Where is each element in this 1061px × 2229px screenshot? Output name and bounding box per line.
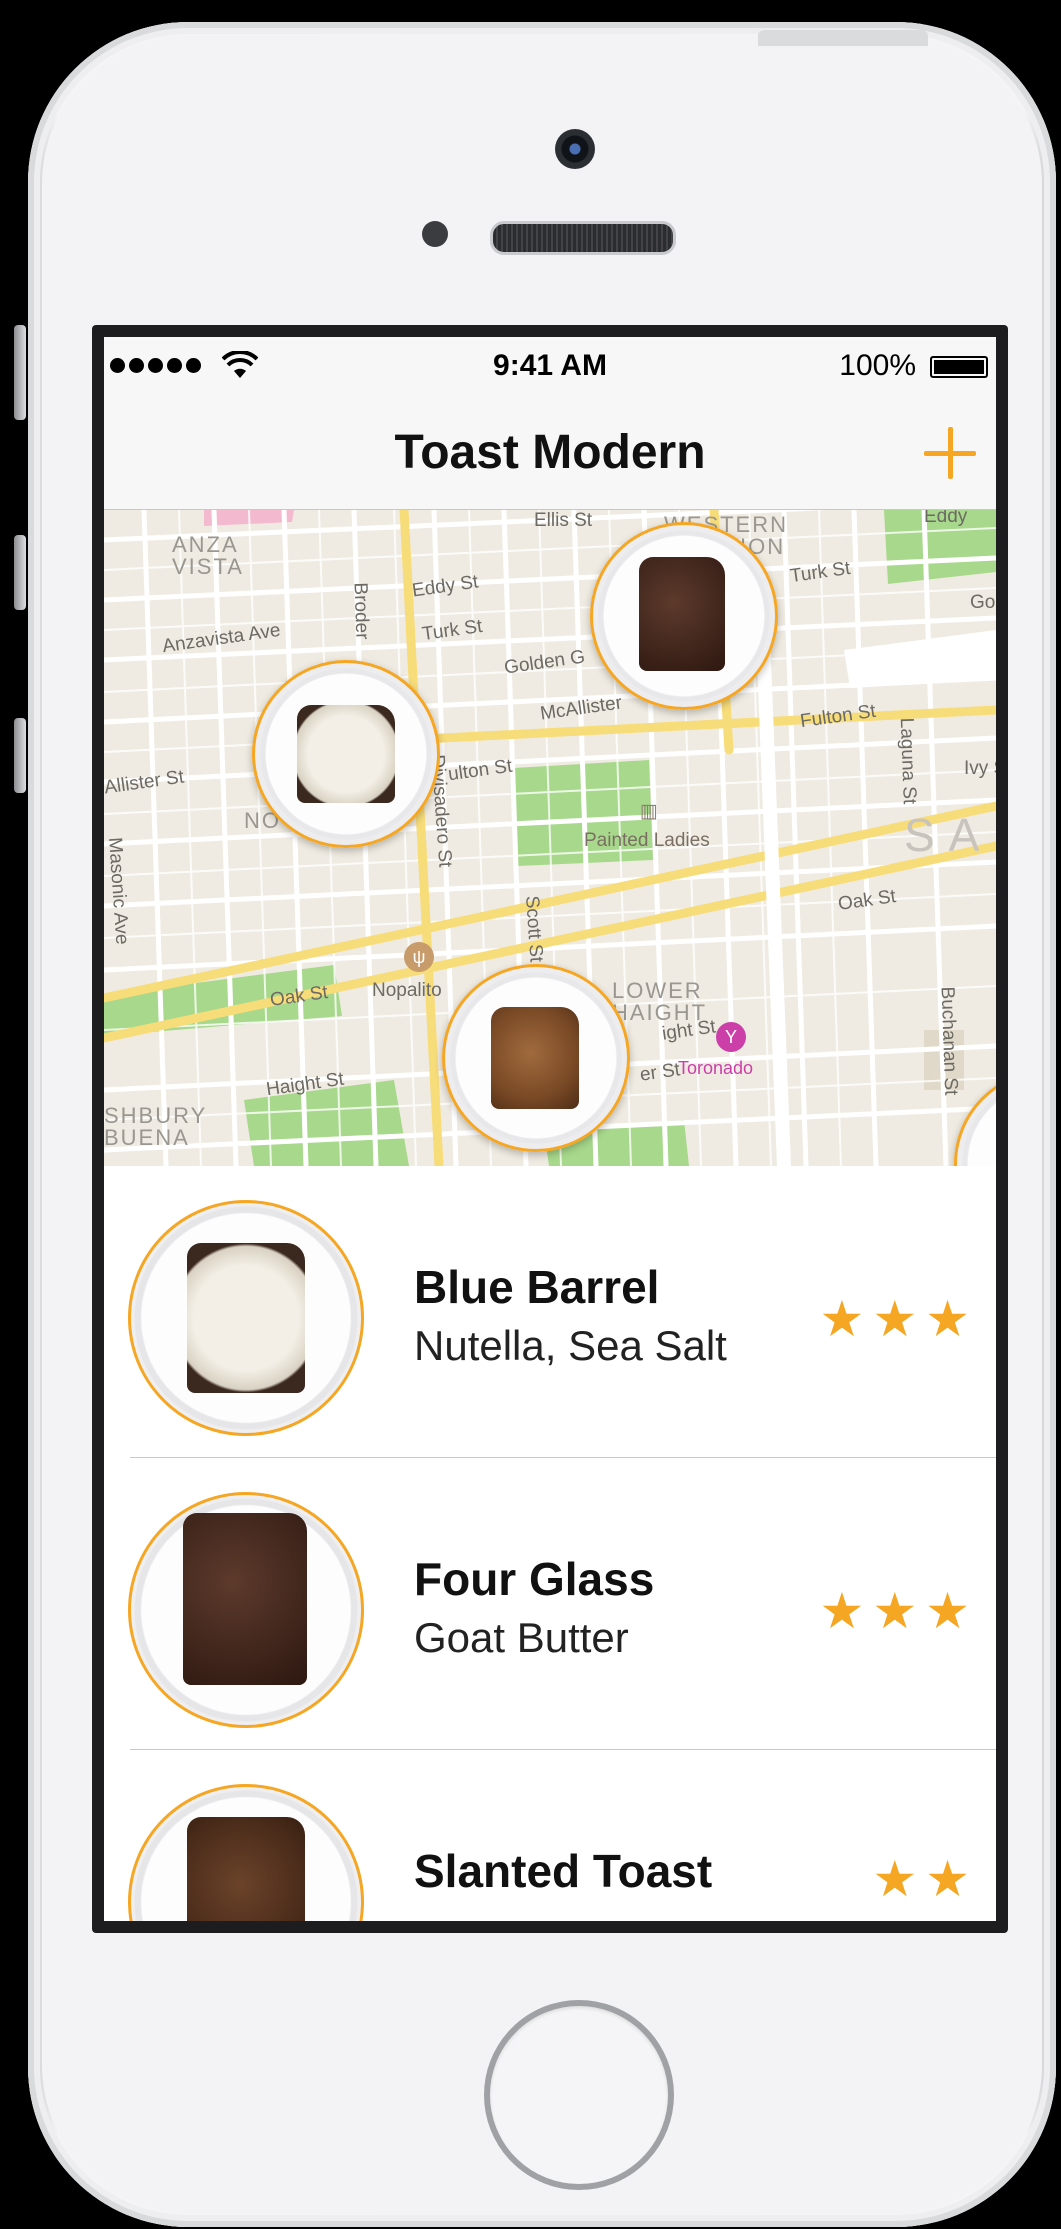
street-label: Laguna St	[895, 717, 920, 805]
street-label: Buchanan St	[936, 986, 962, 1096]
street-label: Eddy	[924, 510, 968, 527]
home-button[interactable]	[484, 2000, 674, 2190]
list-item[interactable]: Four Glass Goat Butter ★★★	[104, 1458, 996, 1750]
status-bar: 9:41 AM 100%	[104, 337, 996, 397]
map-area-label: ANZA VISTA	[172, 532, 244, 579]
poi-label: Toronado	[678, 1058, 754, 1078]
proximity-sensor	[422, 221, 448, 247]
rating-stars: ★★★	[819, 1291, 978, 1347]
map-area-label: SA	[904, 809, 994, 861]
mute-switch	[14, 325, 26, 420]
page-title: Toast Modern	[394, 426, 706, 479]
toast-name: Slanted Toast	[414, 1845, 713, 1897]
front-camera	[555, 129, 595, 169]
battery-percentage: 100%	[839, 349, 916, 382]
navigation-bar: Toast Modern	[104, 397, 996, 510]
toast-description: Nutella, Sea Salt	[414, 1322, 727, 1369]
toast-photo	[491, 1007, 579, 1109]
restaurant-icon: ψ	[404, 942, 434, 972]
toast-thumbnail	[128, 1200, 364, 1436]
volume-up-button	[14, 535, 26, 610]
earpiece-speaker	[490, 221, 676, 255]
map-area-label: SHBURY BUENA	[104, 1103, 208, 1150]
poi-label: Nopalito	[372, 980, 442, 1001]
rating-stars: ★★★	[819, 1583, 978, 1639]
map-pin-blue-barrel[interactable]	[252, 660, 440, 848]
street-label: Ellis St	[534, 510, 593, 531]
app-display: 9:41 AM 100% Toast Modern ANZA VISTA WES…	[104, 337, 996, 1921]
toast-list: Blue Barrel Nutella, Sea Salt ★★★ Four G…	[104, 1166, 996, 1921]
map-area-label: LOWER HAIGHT	[612, 978, 708, 1025]
rating-stars: ★★	[872, 1851, 978, 1907]
landmark-icon: ▥	[640, 801, 658, 822]
map-pin-slanted-toast[interactable]	[442, 964, 630, 1152]
street-label: Ivy S	[964, 758, 996, 779]
toast-photo	[297, 705, 395, 803]
street-label: Broder	[349, 582, 373, 640]
street-label: Go	[970, 592, 996, 613]
bar-icon: Y	[716, 1022, 746, 1052]
toast-name: Blue Barrel	[414, 1261, 660, 1313]
toast-photo	[639, 557, 725, 671]
screen: 9:41 AM 100% Toast Modern ANZA VISTA WES…	[92, 325, 1008, 1933]
list-item[interactable]: Slanted Toast ★★	[104, 1750, 996, 1921]
toast-thumbnail	[128, 1784, 364, 1921]
toast-thumbnail	[128, 1492, 364, 1728]
landmark-label: Painted Ladies	[584, 830, 710, 851]
battery-icon	[930, 356, 988, 378]
list-item[interactable]: Blue Barrel Nutella, Sea Salt ★★★	[104, 1166, 996, 1458]
add-toast-button[interactable]	[924, 427, 976, 479]
toast-description: Goat Butter	[414, 1614, 629, 1661]
power-button	[758, 30, 928, 46]
street-label: Scott St	[520, 895, 547, 963]
toast-name: Four Glass	[414, 1553, 655, 1605]
map-view[interactable]: ANZA VISTA WESTERN ADDITION NO LOWER HAI…	[104, 510, 996, 1166]
volume-down-button	[14, 718, 26, 793]
map-pin-four-glass[interactable]	[590, 522, 778, 710]
